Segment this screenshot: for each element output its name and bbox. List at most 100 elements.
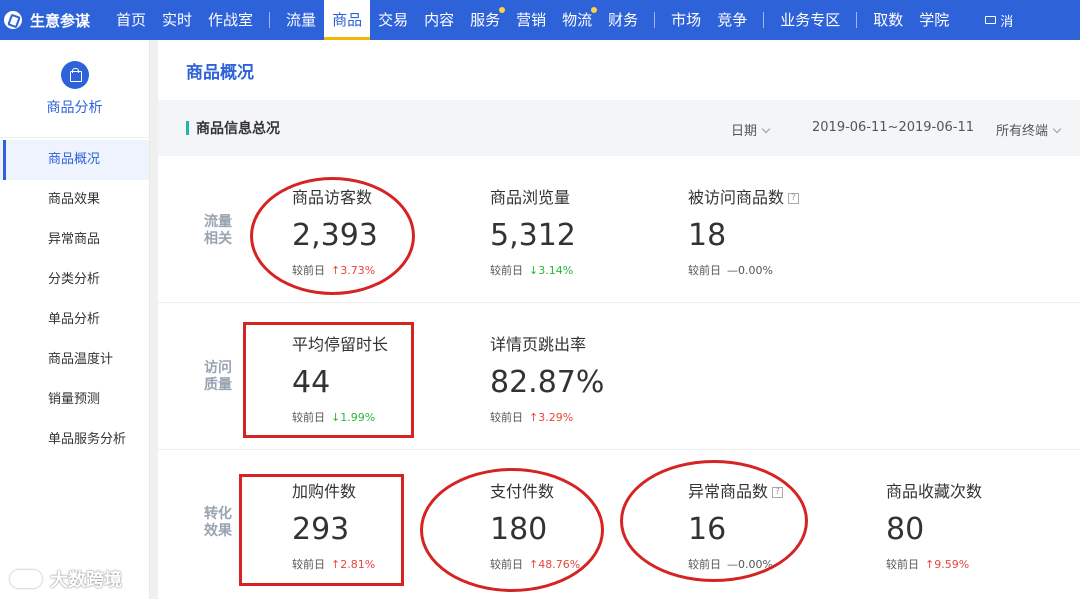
sidebar-item-sales-forecast[interactable]: 销量预测 <box>0 380 149 420</box>
date-filter-dropdown[interactable]: 日期 <box>731 120 771 139</box>
watermark: 大数跨境 <box>10 566 122 592</box>
change-value: 3.14% <box>538 264 574 277</box>
change-value: 3.29% <box>538 411 574 424</box>
metric-title: 异常商品数? <box>688 478 784 502</box>
group-label-traffic: 流量相关 <box>204 214 232 247</box>
sidebar-item-category-analysis[interactable]: 分类分析 <box>0 260 149 300</box>
metric-product-pageviews[interactable]: 商品浏览量 5,312 较前日 ↓3.14% <box>490 184 576 278</box>
brand-logo-icon <box>4 11 22 29</box>
nav-item-data-fetch[interactable]: 取数 <box>865 0 911 40</box>
sidebar-item-product-effect[interactable]: 商品效果 <box>0 180 149 220</box>
metric-compare: 较前日 —0.00% <box>688 262 799 278</box>
mail-icon[interactable] <box>985 16 997 24</box>
metric-add-to-cart-items[interactable]: 加购件数 293 较前日 ↑2.81% <box>292 478 375 572</box>
metric-product-visitors[interactable]: 商品访客数 2,393 较前日 ↑3.73% <box>292 184 378 278</box>
metric-compare: 较前日 ↓1.99% <box>292 409 388 425</box>
metric-compare: 较前日 ↑3.73% <box>292 262 378 278</box>
metric-title-text: 被访问商品数 <box>688 188 785 207</box>
sidebar-item-single-product-analysis[interactable]: 单品分析 <box>0 300 149 340</box>
metric-product-favorites[interactable]: 商品收藏次数 80 较前日 ↑9.59% <box>886 478 982 572</box>
arrow-up-icon: ↑ <box>331 264 341 277</box>
metric-title: 商品浏览量 <box>490 188 571 207</box>
dash-icon: — <box>727 558 738 571</box>
sidebar: 商品分析 商品概况 商品效果 异常商品 分类分析 单品分析 商品温度计 销量预测… <box>0 40 150 599</box>
change-value: 48.76% <box>538 558 581 571</box>
compare-label: 较前日 <box>490 264 523 277</box>
metric-value: 5,312 <box>490 218 576 253</box>
watermark-logo-icon <box>10 570 42 588</box>
section-title: 商品信息总况 <box>196 121 280 137</box>
nav-item-war-room[interactable]: 作战室 <box>200 0 261 40</box>
sidebar-item-single-product-service[interactable]: 单品服务分析 <box>0 420 149 460</box>
nav-item-academy[interactable]: 学院 <box>911 0 957 40</box>
metric-compare: 较前日 ↑48.76% <box>490 556 580 572</box>
watermark-text: 大数跨境 <box>50 570 122 591</box>
metric-visited-products[interactable]: 被访问商品数? 18 较前日 —0.00% <box>688 184 800 278</box>
notification-dot-icon <box>499 7 506 13</box>
nav-divider <box>763 12 765 28</box>
nav-item-home[interactable]: 首页 <box>108 0 154 40</box>
metric-value: 44 <box>292 365 331 400</box>
group-label-visit-quality: 访问质量 <box>204 360 232 393</box>
metric-detail-bounce-rate[interactable]: 详情页跳出率 82.87% 较前日 ↑3.29% <box>490 331 604 425</box>
nav-item-trade[interactable]: 交易 <box>370 0 416 40</box>
nav-item-service[interactable]: 服务 <box>462 0 508 40</box>
metric-title: 支付件数 <box>490 482 555 501</box>
nav-item-traffic[interactable]: 流量 <box>278 0 324 40</box>
change-down: ↓3.14% <box>529 264 573 277</box>
chevron-down-icon <box>1052 124 1062 134</box>
metric-avg-stay-duration[interactable]: 平均停留时长 44 较前日 ↓1.99% <box>292 331 388 425</box>
nav-item-competition[interactable]: 竞争 <box>709 0 755 40</box>
arrow-up-icon: ↑ <box>331 558 341 571</box>
compare-label: 较前日 <box>688 558 721 571</box>
nav-item-market[interactable]: 市场 <box>663 0 709 40</box>
nav-item-business-zone[interactable]: 业务专区 <box>772 0 848 40</box>
metric-title: 商品访客数 <box>292 188 373 207</box>
messages-link[interactable]: 消 <box>1000 11 1013 30</box>
arrow-up-icon: ↑ <box>925 558 935 571</box>
metric-compare: 较前日 —0.00% <box>688 556 783 572</box>
nav-item-service-label: 服务 <box>470 11 501 29</box>
sidebar-header: 商品分析 <box>0 40 149 138</box>
date-range-picker[interactable]: 2019-06-11~2019-06-11 <box>812 120 974 135</box>
sidebar-menu: 商品概况 商品效果 异常商品 分类分析 单品分析 商品温度计 销量预测 单品服务… <box>0 138 149 460</box>
metric-group-visit-quality: 访问质量 平均停留时长 44 较前日 ↓1.99% 详情页跳出率 82.87% 较… <box>158 303 1080 450</box>
page-title: 商品概况 <box>186 63 254 83</box>
compare-label: 较前日 <box>886 558 919 571</box>
metric-value: 16 <box>688 512 727 547</box>
section-marker <box>186 121 189 135</box>
nav-item-logistics-label: 物流 <box>562 11 593 29</box>
sidebar-title: 商品分析 <box>46 99 103 116</box>
metric-compare: 较前日 ↑3.29% <box>490 409 604 425</box>
change-flat: —0.00% <box>727 264 773 277</box>
nav-item-marketing[interactable]: 营销 <box>508 0 554 40</box>
sidebar-item-abnormal-products[interactable]: 异常商品 <box>0 220 149 260</box>
nav-item-product[interactable]: 商品 <box>324 0 371 40</box>
metric-value: 293 <box>292 512 350 547</box>
nav-divider <box>856 12 858 28</box>
metric-paid-items[interactable]: 支付件数 180 较前日 ↑48.76% <box>490 478 580 572</box>
sidebar-item-product-overview[interactable]: 商品概况 <box>0 140 149 180</box>
change-value: 0.00% <box>738 264 773 277</box>
terminal-filter-dropdown[interactable]: 所有终端 <box>996 120 1062 139</box>
metric-abnormal-products[interactable]: 异常商品数? 16 较前日 —0.00% <box>688 478 784 572</box>
metric-title: 平均停留时长 <box>292 335 389 354</box>
nav-item-finance[interactable]: 财务 <box>600 0 646 40</box>
compare-label: 较前日 <box>292 411 325 424</box>
metric-title: 详情页跳出率 <box>490 335 587 354</box>
nav-item-realtime[interactable]: 实时 <box>154 0 200 40</box>
nav-item-content[interactable]: 内容 <box>416 0 462 40</box>
metric-group-traffic: 流量相关 商品访客数 2,393 较前日 ↑3.73% 商品浏览量 5,312 较… <box>158 156 1080 303</box>
help-icon[interactable]: ? <box>788 193 800 204</box>
change-flat: —0.00% <box>727 558 773 571</box>
metric-value: 80 <box>886 512 925 547</box>
compare-label: 较前日 <box>688 264 721 277</box>
brand[interactable]: 生意参谋 <box>0 10 108 31</box>
group-label-conversion: 转化效果 <box>204 506 232 539</box>
sidebar-item-product-thermometer[interactable]: 商品温度计 <box>0 340 149 380</box>
change-up: ↑3.29% <box>529 411 573 424</box>
terminal-filter-label: 所有终端 <box>996 124 1049 139</box>
help-icon[interactable]: ? <box>772 487 784 498</box>
change-value: 1.99% <box>340 411 376 424</box>
nav-item-logistics[interactable]: 物流 <box>554 0 600 40</box>
